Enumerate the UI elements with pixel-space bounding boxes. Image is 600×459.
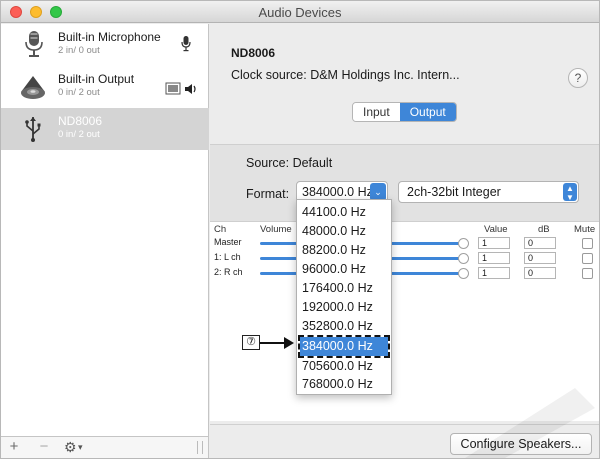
remove-device-button[interactable]: − [37,439,51,456]
speaker-icon [21,76,45,99]
device-item-built-in-microphone[interactable]: Built-in Microphone 2 in/ 0 out [1,24,209,66]
callout-arrow-line [260,342,286,344]
footer-bar: Configure Speakers... [210,424,599,458]
device-list: Built-in Microphone 2 in/ 0 out Built-in… [1,24,209,436]
mic-badge-icon [181,36,191,52]
column-header-ch: Ch [214,224,227,235]
input-output-tabs: Input Output [352,102,457,122]
add-device-button[interactable]: + [7,439,21,456]
menu-item-705600[interactable]: 705600.0 Hz [300,357,388,376]
device-item-nd8006[interactable]: ND8006 0 in/ 2 out [1,108,209,150]
configure-speakers-button[interactable]: Configure Speakers... [450,433,592,455]
db-field[interactable]: 0 [524,252,556,264]
device-name: ND8006 [58,114,103,128]
mute-checkbox[interactable] [582,253,593,264]
menu-item-88200[interactable]: 88200.0 Hz [300,241,388,260]
db-field[interactable]: 0 [524,267,556,279]
menu-item-48000[interactable]: 48000.0 Hz [300,222,388,241]
device-name: Built-in Microphone [58,30,161,44]
step-callout-number: ⑦ [242,335,260,350]
source-value: Default [292,156,333,170]
device-detail-pane: ND8006 Clock source: D&M Holdings Inc. I… [210,24,599,458]
menu-item-176400[interactable]: 176400.0 Hz [300,279,388,298]
device-item-built-in-output[interactable]: Built-in Output 0 in/ 2 out [1,66,209,108]
volume-slider-knob[interactable] [458,253,469,264]
window-title: Audio Devices [258,5,342,20]
device-io: 0 in/ 2 out [58,87,100,98]
device-actions-menu-button[interactable]: ⚙ ▾ [61,439,89,456]
menu-item-96000[interactable]: 96000.0 Hz [300,260,388,279]
menu-item-768000[interactable]: 768000.0 Hz [300,375,388,394]
callout-arrow-head-icon [284,337,294,349]
sample-rate-value: 384000.0 Hz [302,185,373,199]
chevron-down-icon: ▾ [78,442,83,452]
up-down-chevron-icon: ▲ ▼ [563,183,577,202]
source-label: Source: [246,156,290,170]
output-badge-icons [165,82,196,95]
device-list-toolbar: + − ⚙ ▾ [1,436,209,458]
channel-label: Master [214,237,242,247]
menu-item-44100[interactable]: 44100.0 Hz [300,203,388,222]
sample-rate-menu: 44100.0 Hz 48000.0 Hz 88200.0 Hz 96000.0… [296,199,392,395]
device-io: 2 in/ 0 out [58,45,100,56]
tab-output[interactable]: Output [399,103,456,121]
column-header-db: dB [538,224,550,235]
device-title: ND8006 [231,46,276,60]
channel-label: 2: R ch [214,267,243,277]
device-name: Built-in Output [58,72,135,86]
usb-icon [25,117,41,142]
value-field[interactable]: 1 [478,252,510,264]
clock-source: Clock source: D&M Holdings Inc. Intern..… [231,68,460,82]
tab-input[interactable]: Input [353,103,400,121]
column-header-mute: Mute [574,224,596,235]
mute-checkbox[interactable] [582,268,593,279]
bit-depth-value: 2ch-32bit Integer [407,185,501,199]
menu-item-352800[interactable]: 352800.0 Hz [300,317,388,336]
titlebar: Audio Devices [1,1,599,23]
volume-table: Ch Volume Value dB Mute Master 1 0 1: L … [210,221,599,421]
format-label: Format: [246,187,290,201]
source-row: Source: Default [246,156,332,170]
column-header-volume: Volume [260,224,292,235]
mute-checkbox[interactable] [582,238,593,249]
channel-label: 1: L ch [214,252,241,262]
column-header-value: Value [484,224,508,235]
resize-handle[interactable] [197,441,203,454]
help-button[interactable]: ? [568,68,588,88]
volume-slider-knob[interactable] [458,238,469,249]
gear-icon: ⚙ [64,439,77,455]
bit-depth-select[interactable]: 2ch-32bit Integer ▲ ▼ [398,181,579,203]
db-field[interactable]: 0 [524,237,556,249]
device-io: 0 in/ 2 out [58,129,100,140]
menu-item-192000[interactable]: 192000.0 Hz [300,298,388,317]
volume-slider-knob[interactable] [458,268,469,279]
value-field[interactable]: 1 [478,267,510,279]
microphone-icon [25,31,43,57]
menu-item-384000[interactable]: 384000.0 Hz [298,335,390,358]
value-field[interactable]: 1 [478,237,510,249]
